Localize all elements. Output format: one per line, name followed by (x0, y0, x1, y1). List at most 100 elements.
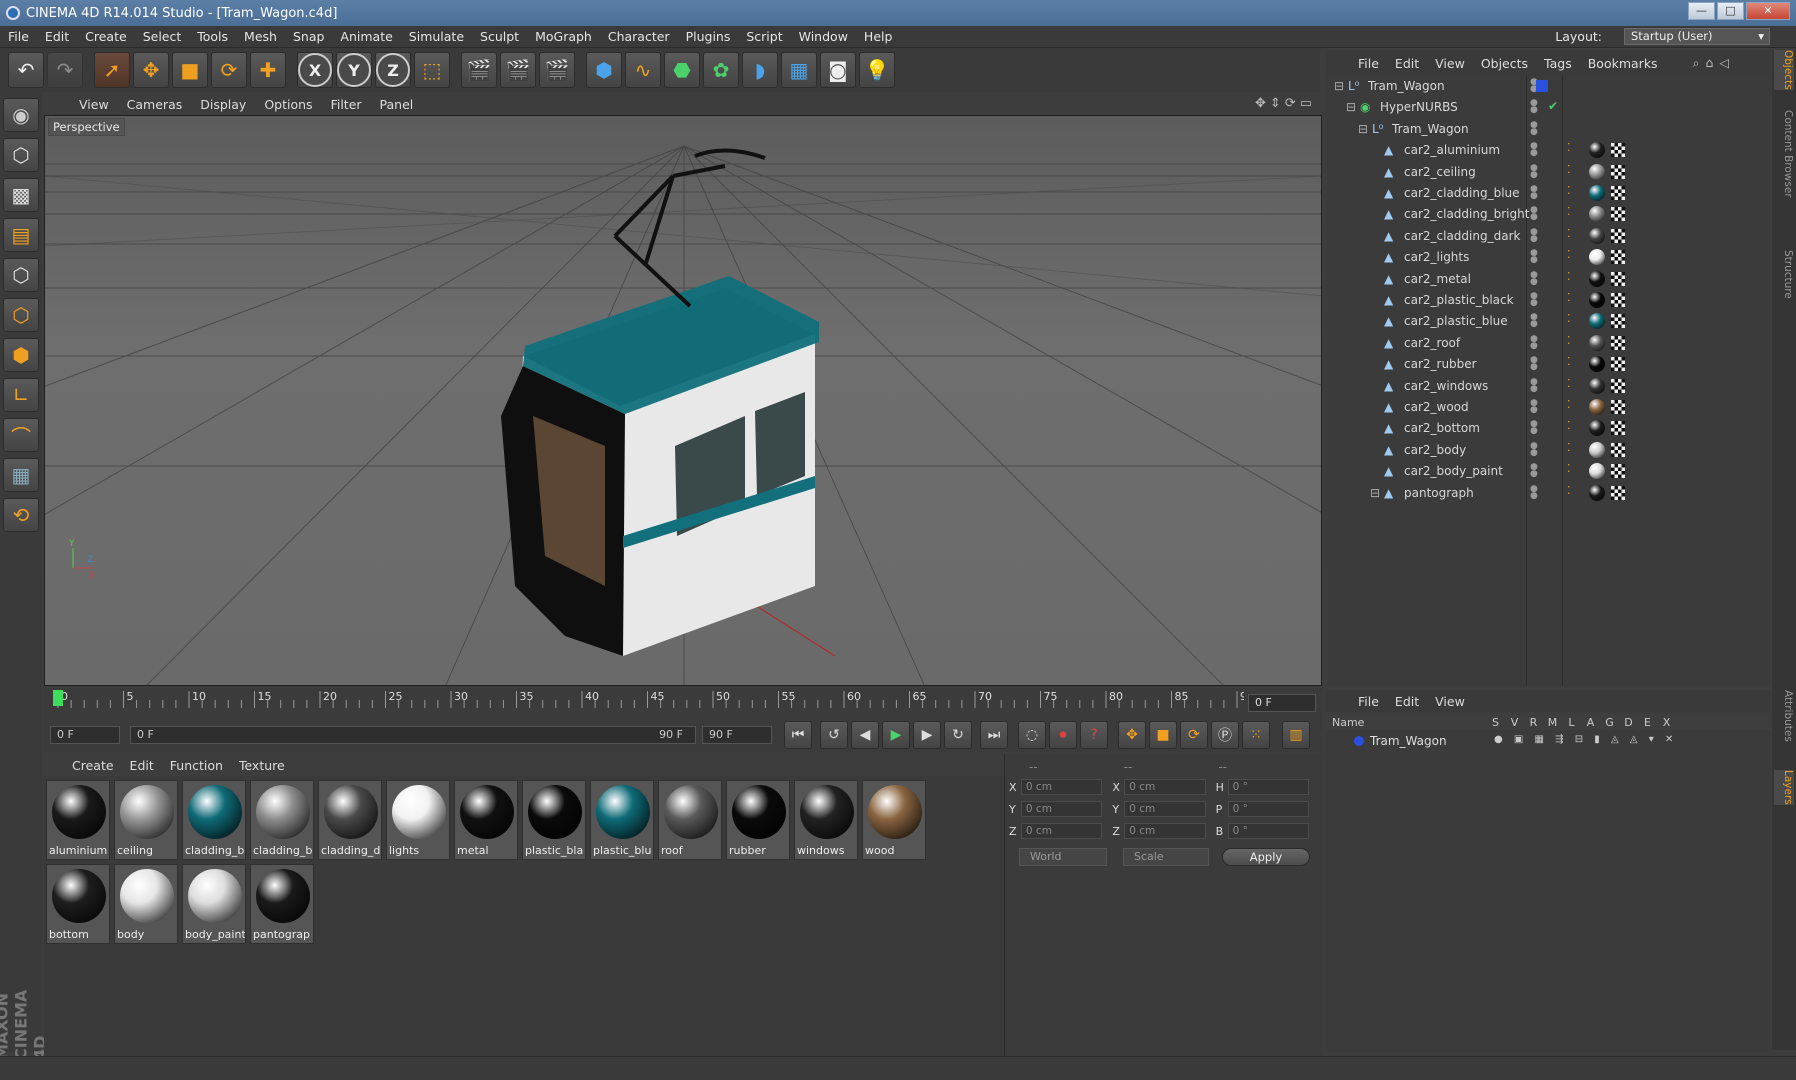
material-swatch[interactable]: plastic_blu (590, 780, 654, 860)
layer-column-x[interactable]: X (1657, 716, 1676, 729)
object-name[interactable]: car2_rubber (1404, 357, 1477, 371)
timeline-window-icon[interactable]: ▥ (1282, 721, 1310, 749)
x-axis-lock[interactable]: X (297, 52, 333, 88)
object-menu-view[interactable]: View (1427, 56, 1473, 71)
material-swatch[interactable]: windows (794, 780, 858, 860)
layer-column-a[interactable]: A (1581, 716, 1600, 729)
scale-tool-icon[interactable]: ■ (172, 52, 208, 88)
phong-tag-icon[interactable]: ⁚ (1567, 227, 1571, 240)
menu-simulate[interactable]: Simulate (401, 29, 472, 44)
texture-tag-icon[interactable] (1589, 313, 1605, 330)
cube-primitive-icon[interactable]: ⬢ (586, 52, 622, 88)
coordinate-value-field[interactable]: 0 cm (1124, 823, 1206, 839)
apply-button[interactable]: Apply (1222, 848, 1310, 866)
object-row[interactable]: ▲ car2_cladding_dark ● ● ⁚ (1326, 226, 1771, 247)
workplane-lock-icon[interactable]: ▦ (3, 458, 39, 492)
visibility-dots[interactable]: ● ● (1530, 185, 1538, 201)
object-name[interactable]: car2_lights (1404, 250, 1469, 264)
layer-column-d[interactable]: D (1619, 716, 1638, 729)
layer-column-name[interactable]: Name (1326, 716, 1486, 729)
object-name[interactable]: Tram_Wagon (1368, 79, 1445, 93)
visibility-dots[interactable]: ● ● (1530, 399, 1538, 415)
material-swatch[interactable]: cladding_b (250, 780, 314, 860)
viewport-menu-display[interactable]: Display (191, 97, 255, 112)
object-row[interactable]: ▲ car2_body ● ● ⁚ (1326, 440, 1771, 461)
uvw-tag-icon[interactable] (1611, 143, 1625, 158)
phong-tag-icon[interactable]: ⁚ (1567, 355, 1571, 368)
object-name[interactable]: car2_cladding_dark (1404, 229, 1520, 243)
coordinate-value-field[interactable]: 0 cm (1124, 779, 1206, 795)
visibility-dots[interactable]: ● ● (1530, 441, 1538, 457)
edges-mode-icon[interactable]: ⬡ (3, 298, 39, 332)
uvw-tag-icon[interactable] (1611, 378, 1625, 393)
next-frame-icon[interactable]: ▶ (913, 721, 941, 749)
object-row[interactable]: ▲ car2_aluminium ● ● ⁚ (1326, 140, 1771, 161)
uvw-tag-icon[interactable] (1611, 293, 1625, 307)
floor-environment-icon[interactable]: ▦ (781, 52, 817, 88)
layer-name[interactable]: Tram_Wagon (1370, 734, 1447, 748)
visibility-dots[interactable]: ● ● (1530, 270, 1538, 286)
menu-plugins[interactable]: Plugins (678, 29, 739, 44)
key-position-icon[interactable]: ✥ (1118, 721, 1146, 749)
workplane-mode-icon[interactable]: ▤ (3, 218, 39, 252)
menu-help[interactable]: Help (856, 29, 901, 44)
phong-tag-icon[interactable]: ⁚ (1567, 270, 1571, 283)
object-name[interactable]: car2_cladding_bright (1404, 207, 1529, 221)
menu-snap[interactable]: Snap (285, 29, 332, 44)
object-name[interactable]: Tram_Wagon (1392, 122, 1469, 136)
redo-icon[interactable]: ↷ (47, 52, 83, 88)
texture-tag-icon[interactable] (1589, 185, 1605, 201)
undo-icon[interactable]: ↶ (8, 52, 44, 88)
mograph-cloner-icon[interactable]: ✿ (703, 52, 739, 88)
y-axis-lock[interactable]: Y (336, 52, 372, 88)
visibility-dots[interactable]: ● ● (1530, 313, 1538, 329)
texture-tag-icon[interactable] (1589, 206, 1605, 223)
coordinate-value-field[interactable]: 0 cm (1124, 801, 1206, 817)
coordinate-mode-select[interactable]: World (1019, 848, 1107, 866)
tree-expander-icon[interactable]: ⊟ (1358, 122, 1368, 136)
texture-tag-icon[interactable] (1589, 163, 1605, 180)
menu-create[interactable]: Create (77, 29, 135, 44)
object-row[interactable]: ▲ car2_rubber ● ● ⁚ (1326, 354, 1771, 375)
visibility-dots[interactable]: ● ● (1530, 99, 1538, 115)
object-row[interactable]: ▲ car2_wood ● ● ⁚ (1326, 397, 1771, 418)
object-name[interactable]: car2_ceiling (1404, 165, 1476, 179)
uvw-tag-icon[interactable] (1611, 464, 1625, 479)
texture-tag-icon[interactable] (1589, 270, 1605, 287)
material-swatch[interactable]: body (114, 864, 178, 944)
object-name[interactable]: car2_plastic_blue (1404, 314, 1508, 328)
visibility-dots[interactable]: ● ● (1530, 120, 1538, 136)
side-tab-content-browser[interactable]: Content Browser (1774, 110, 1794, 198)
camera-icon[interactable]: ◙ (820, 52, 856, 88)
menu-script[interactable]: Script (738, 29, 790, 44)
texture-tag-icon[interactable] (1589, 420, 1605, 437)
polygons-mode-icon[interactable]: ⬢ (3, 338, 39, 372)
phong-tag-icon[interactable]: ⁚ (1567, 484, 1571, 497)
layer-column-m[interactable]: M (1543, 716, 1562, 729)
visibility-dots[interactable]: ● ● (1530, 484, 1538, 500)
visibility-dots[interactable]: ● ● (1530, 206, 1538, 222)
minimize-button[interactable]: — (1688, 2, 1715, 20)
material-swatch[interactable]: body_paint (182, 864, 246, 944)
key-rotation-icon[interactable]: ⟳ (1180, 721, 1208, 749)
material-swatch[interactable]: lights (386, 780, 450, 860)
current-frame-field[interactable]: 0 F (1248, 694, 1316, 712)
texture-tag-icon[interactable] (1589, 463, 1605, 480)
nurbs-icon[interactable]: ⬣ (664, 52, 700, 88)
next-key-icon[interactable]: ↻ (944, 721, 972, 749)
make-editable-icon[interactable]: ◉ (3, 98, 39, 132)
viewport-menu-cameras[interactable]: Cameras (118, 97, 192, 112)
phong-tag-icon[interactable]: ⁚ (1567, 184, 1571, 197)
viewport-menu-options[interactable]: Options (255, 97, 321, 112)
timeline-ruler[interactable]: 051015202530354045505560657075808590 0 F (44, 688, 1322, 718)
layer-column-g[interactable]: G (1600, 716, 1619, 729)
object-row[interactable]: ▲ car2_bottom ● ● ⁚ (1326, 418, 1771, 439)
object-name[interactable]: car2_plastic_black (1404, 293, 1514, 307)
object-row[interactable]: ⊟ L⁰ Tram_Wagon ● ● (1326, 76, 1771, 97)
object-row[interactable]: ⊟ L⁰ Tram_Wagon ● ● (1326, 119, 1771, 140)
uvw-tag-icon[interactable] (1611, 485, 1625, 500)
record-keys-icon[interactable]: ◌ (1018, 721, 1046, 749)
material-swatch[interactable]: pantograp (250, 864, 314, 944)
previous-frame-icon[interactable]: ◀ (851, 721, 879, 749)
visibility-dots[interactable]: ● ● (1530, 463, 1538, 479)
